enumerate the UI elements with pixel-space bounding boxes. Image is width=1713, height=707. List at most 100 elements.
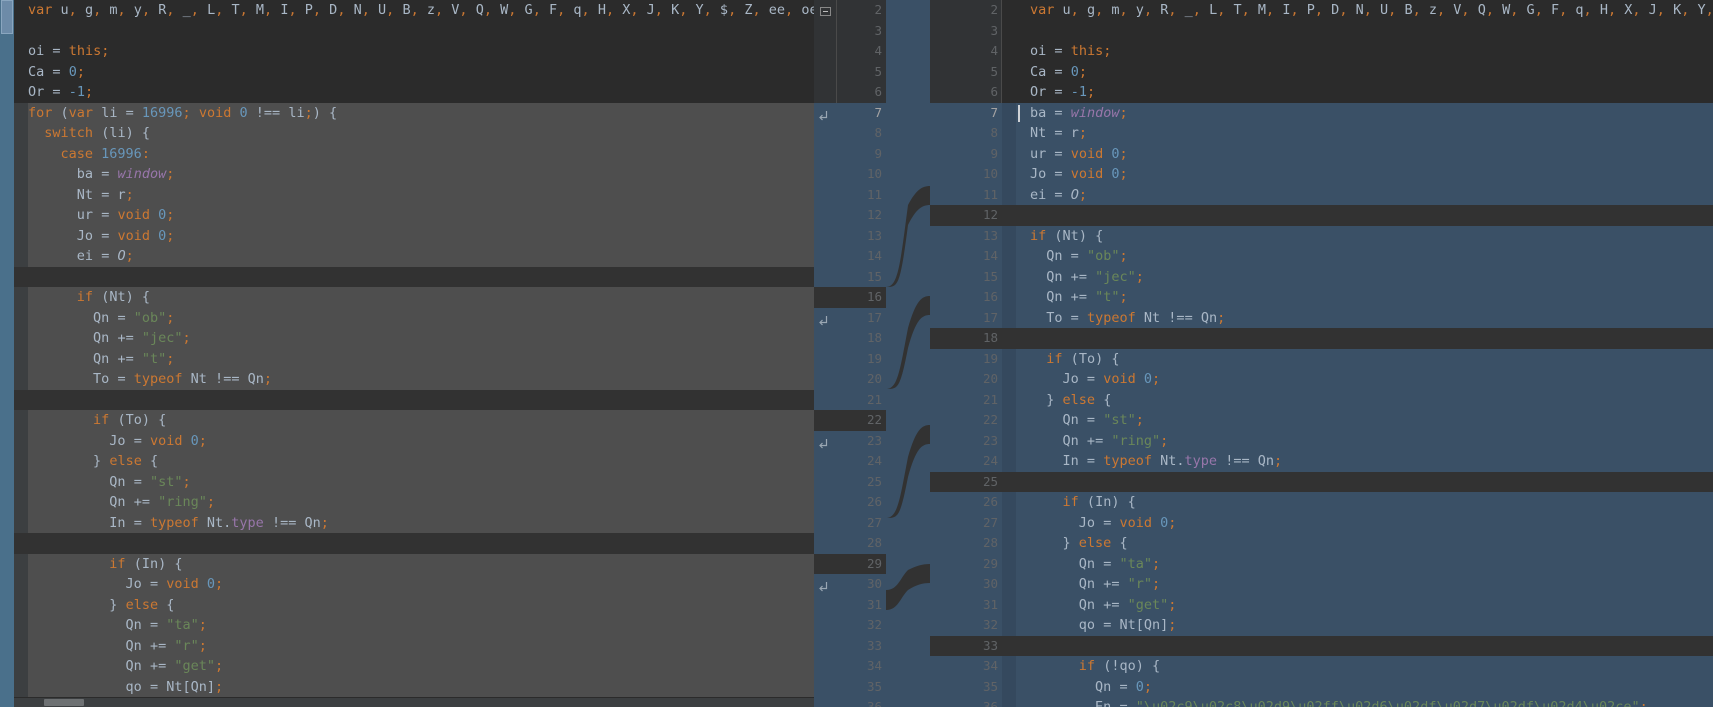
gutter-line-number[interactable]: 30 bbox=[814, 574, 886, 595]
gutter-line-number[interactable]: 8 bbox=[930, 123, 1002, 144]
code-line[interactable] bbox=[1002, 471, 1713, 492]
code-line[interactable]: To = typeof Nt !== Qn; bbox=[1002, 307, 1713, 328]
code-line[interactable]: } else { bbox=[1002, 389, 1713, 410]
code-line[interactable]: Nt = r; bbox=[1002, 123, 1713, 144]
gutter-line-number[interactable]: 20 bbox=[814, 369, 886, 390]
gutter-line-number[interactable]: 34 bbox=[930, 656, 1020, 677]
code-line[interactable]: if (In) { bbox=[1002, 492, 1713, 513]
right-editor-pane[interactable]: var u, g, m, y, R, _, L, T, M, I, P, D, … bbox=[1002, 0, 1713, 707]
gutter-line-number[interactable]: 32 bbox=[814, 615, 886, 636]
code-line[interactable]: var u, g, m, y, R, _, L, T, M, I, P, D, … bbox=[1002, 0, 1713, 21]
code-line[interactable]: if (Nt) { bbox=[1002, 225, 1713, 246]
code-line[interactable]: Qn += "get"; bbox=[14, 656, 814, 677]
code-line[interactable] bbox=[14, 389, 814, 410]
right-gutter[interactable]: 2 3 4 5 6 7 8 9 10 11 12 13 14 15 16 17 18 19 20 21 22 23 24 25… bbox=[930, 0, 1020, 707]
code-line[interactable] bbox=[1002, 205, 1713, 226]
gutter-line-number[interactable]: 23 bbox=[930, 430, 1002, 451]
code-line[interactable]: if (!qo) { bbox=[1002, 656, 1713, 677]
gutter-line-number[interactable]: 34 bbox=[814, 656, 886, 677]
gutter-line-number[interactable]: 4 bbox=[930, 41, 1002, 62]
code-line[interactable]: Jo = void 0; bbox=[14, 225, 814, 246]
code-line[interactable]: Jo = void 0; bbox=[14, 430, 814, 451]
gutter-line-number[interactable]: 15 bbox=[814, 266, 886, 287]
code-line[interactable]: Qn = 0; bbox=[1002, 676, 1713, 697]
code-line[interactable] bbox=[1002, 328, 1713, 349]
code-line[interactable]: Qn = "ob"; bbox=[1002, 246, 1713, 267]
gutter-line-number[interactable]: 22 bbox=[814, 410, 886, 431]
left-gutter[interactable]: 2 3 4 5 6 7 8 9 10 11 12 13 14 15 16 17 18 19 20 21 22 23 24 25… bbox=[814, 0, 886, 707]
code-line[interactable]: To = typeof Nt !== Qn; bbox=[14, 369, 814, 390]
gutter-line-number[interactable]: 3 bbox=[930, 21, 1002, 42]
fold-arrow-icon[interactable] bbox=[818, 578, 829, 592]
code-line[interactable] bbox=[14, 533, 814, 554]
gutter-line-number[interactable]: 27 bbox=[814, 512, 886, 533]
gutter-line-number[interactable]: 16 bbox=[930, 287, 1002, 308]
gutter-line-number[interactable]: 36 bbox=[814, 697, 886, 707]
code-line[interactable]: ba = window; bbox=[1002, 102, 1713, 123]
code-line[interactable]: ur = void 0; bbox=[14, 205, 814, 226]
gutter-line-number[interactable]: 25 bbox=[930, 471, 1002, 492]
gutter-line-number[interactable]: 12 bbox=[930, 205, 1002, 226]
gutter-line-number[interactable]: 11 bbox=[814, 184, 886, 205]
code-line[interactable]: ba = window; bbox=[14, 164, 814, 185]
gutter-line-number[interactable]: 15 bbox=[930, 266, 1002, 287]
code-line[interactable]: ei = O; bbox=[1002, 184, 1713, 205]
code-line[interactable]: En = "\u02c9\u02c8\u02d9\u02ff\u02d6\u02… bbox=[1002, 697, 1713, 707]
code-line[interactable]: for (var li = 16996; void 0 !== li;) { bbox=[14, 102, 814, 123]
code-line[interactable]: Qn += "ring"; bbox=[14, 492, 814, 513]
gutter-line-number[interactable]: 13 bbox=[930, 225, 1020, 246]
code-line[interactable]: if (In) { bbox=[14, 553, 814, 574]
fold-arrow-icon[interactable] bbox=[818, 312, 829, 325]
code-line[interactable]: qo = Nt[Qn]; bbox=[1002, 615, 1713, 636]
gutter-line-number[interactable]: 18 bbox=[930, 328, 1002, 349]
code-line[interactable] bbox=[1002, 20, 1713, 41]
gutter-line-number[interactable]: 7 bbox=[930, 102, 1020, 123]
left-editor-pane[interactable]: var u, g, m, y, R, _, L, T, M, I, P, D, … bbox=[14, 0, 814, 707]
gutter-line-number[interactable]: 30 bbox=[930, 574, 1002, 595]
code-line[interactable]: Qn += "get"; bbox=[1002, 594, 1713, 615]
code-line[interactable]: Qn += "t"; bbox=[14, 348, 814, 369]
gutter-line-number[interactable]: 18 bbox=[814, 328, 886, 349]
code-line[interactable]: } else { bbox=[14, 594, 814, 615]
gutter-line-number[interactable]: 23 bbox=[814, 430, 886, 451]
code-line[interactable]: ur = void 0; bbox=[1002, 143, 1713, 164]
gutter-line-number[interactable]: 11 bbox=[930, 184, 1002, 205]
code-line[interactable]: Ca = 0; bbox=[14, 61, 814, 82]
gutter-line-number[interactable]: 17 bbox=[930, 307, 1002, 328]
code-line[interactable]: } else { bbox=[1002, 533, 1713, 554]
code-line[interactable]: Qn += "t"; bbox=[1002, 287, 1713, 308]
code-line[interactable]: Qn = "st"; bbox=[1002, 410, 1713, 431]
gutter-line-number[interactable]: 28 bbox=[814, 533, 886, 554]
gutter-line-number[interactable]: 21 bbox=[814, 389, 886, 410]
gutter-line-number[interactable]: 9 bbox=[930, 143, 1002, 164]
code-line[interactable]: Qn += "r"; bbox=[1002, 574, 1713, 595]
gutter-line-number[interactable]: 28 bbox=[930, 533, 1002, 554]
code-line[interactable]: } else { bbox=[14, 451, 814, 472]
gutter-line-number[interactable]: 22 bbox=[930, 410, 1002, 431]
gutter-line-number[interactable]: 14 bbox=[814, 246, 886, 267]
code-line[interactable]: Qn = "ta"; bbox=[1002, 553, 1713, 574]
scrollbar-thumb[interactable] bbox=[1, 0, 13, 34]
gutter-line-number[interactable]: 3 bbox=[814, 21, 886, 42]
left-hscrollbar-thumb[interactable] bbox=[44, 699, 84, 706]
gutter-line-number[interactable]: 5 bbox=[814, 62, 886, 83]
code-line[interactable]: Qn += "r"; bbox=[14, 635, 814, 656]
gutter-line-number[interactable]: 36 bbox=[930, 697, 1002, 707]
gutter-line-number[interactable]: 32 bbox=[930, 615, 1002, 636]
gutter-line-number[interactable]: 10 bbox=[930, 164, 1002, 185]
code-line[interactable]: Qn = "ta"; bbox=[14, 615, 814, 636]
code-line[interactable]: var u, g, m, y, R, _, L, T, M, I, P, D, … bbox=[14, 0, 814, 21]
code-line[interactable]: case 16996: bbox=[14, 143, 814, 164]
code-line[interactable]: Or = -1; bbox=[14, 82, 814, 103]
gutter-line-number[interactable]: 17 bbox=[814, 307, 886, 328]
code-line[interactable]: if (Nt) { bbox=[14, 287, 814, 308]
gutter-line-number[interactable]: 4 bbox=[814, 41, 886, 62]
gutter-line-number[interactable]: 5 bbox=[930, 62, 1002, 83]
gutter-line-number[interactable]: 33 bbox=[930, 635, 1002, 656]
code-line[interactable]: if (To) { bbox=[14, 410, 814, 431]
gutter-line-number[interactable]: 10 bbox=[814, 164, 886, 185]
code-line[interactable]: Qn = "ob"; bbox=[14, 307, 814, 328]
code-line[interactable]: Or = -1; bbox=[1002, 82, 1713, 103]
gutter-line-number[interactable]: 16 bbox=[814, 287, 886, 308]
gutter-line-number[interactable]: 26 bbox=[930, 492, 1020, 513]
